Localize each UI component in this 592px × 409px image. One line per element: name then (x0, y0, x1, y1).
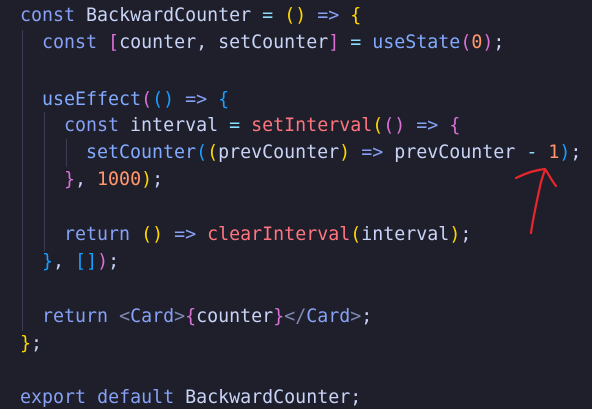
identifier: prevCounter (218, 142, 340, 163)
indent-guide (66, 139, 67, 167)
identifier: prevCounter (394, 142, 516, 163)
keyword: const (42, 32, 98, 53)
punctuation: ; (460, 224, 472, 245)
bracket: ( (141, 89, 153, 110)
bracket: ) (152, 224, 164, 245)
bracket: ) (97, 251, 109, 272)
bracket: [ (75, 251, 87, 272)
bracket: ( (284, 5, 296, 26)
punctuation: , (53, 251, 65, 272)
bracket: ( (372, 115, 384, 136)
bracket: ) (295, 5, 307, 26)
indent-guide (22, 30, 23, 331)
bracket: ] (328, 32, 340, 53)
bracket: { (449, 115, 461, 136)
bracket: } (64, 169, 76, 190)
identifier: BackwardCounter (185, 387, 351, 408)
indent-guide (44, 112, 45, 251)
bracket: { (350, 5, 362, 26)
punctuation: , (75, 169, 87, 190)
annotation-arrow-icon (514, 167, 558, 235)
bracket: [ (108, 32, 120, 53)
jsx-angle: < (119, 306, 131, 327)
jsx-tag: Card (130, 306, 175, 327)
punctuation: ; (31, 333, 43, 354)
number-literal: 1000 (97, 169, 142, 190)
jsx-tag: Card (306, 306, 351, 327)
punctuation: ; (493, 32, 505, 53)
function-name: setInterval (251, 115, 373, 136)
operator: = (229, 115, 241, 136)
code-line-12: return <Card>{counter}</Card>; (42, 303, 372, 330)
bracket: ( (460, 32, 472, 53)
function-name: clearInterval (207, 224, 351, 245)
identifier: BackwardCounter (86, 5, 252, 26)
code-line-7: }, 1000); (64, 166, 163, 193)
code-line-5: const interval = setInterval(() => { (64, 112, 460, 139)
keyword: default (97, 387, 175, 408)
keyword: return (64, 224, 131, 245)
bracket: ( (383, 115, 395, 136)
identifier: interval (361, 224, 450, 245)
bracket: ( (141, 224, 153, 245)
bracket: ) (394, 115, 406, 136)
function-name: useState (372, 32, 461, 53)
punctuation: , (196, 32, 208, 53)
arrow-operator: => (416, 115, 439, 136)
keyword: export (20, 387, 87, 408)
code-line-15: export default BackwardCounter; (20, 384, 361, 409)
operator: = (350, 32, 362, 53)
bracket: ) (339, 142, 351, 163)
punctuation: ; (152, 169, 164, 190)
jsx-angle: </ (284, 306, 307, 327)
code-line-13: }; (20, 330, 42, 357)
identifier: counter (119, 32, 197, 53)
number-literal: 0 (471, 32, 483, 53)
identifier: setCounter (218, 32, 329, 53)
bracket: ( (152, 89, 164, 110)
code-line-4: useEffect(() => { (42, 86, 229, 113)
operator: = (262, 5, 274, 26)
jsx-angle: > (174, 306, 186, 327)
code-line-1: const BackwardCounter = () => { (20, 2, 361, 29)
bracket: ) (163, 89, 175, 110)
function-name: setCounter (86, 142, 197, 163)
bracket: } (20, 333, 32, 354)
bracket: ] (86, 251, 98, 272)
arrow-operator: => (317, 5, 340, 26)
bracket: ( (196, 142, 208, 163)
code-line-6: setCounter((prevCounter) => prevCounter … (86, 139, 581, 166)
bracket: ( (207, 142, 219, 163)
keyword: const (64, 115, 120, 136)
bracket: } (42, 251, 54, 272)
arrow-operator: => (174, 224, 197, 245)
code-editor[interactable]: const BackwardCounter = () => { const [c… (0, 0, 592, 409)
code-line-10: }, []); (42, 248, 119, 275)
operator: - (526, 142, 538, 163)
punctuation: ; (108, 251, 120, 272)
bracket: ) (482, 32, 494, 53)
code-line-9: return () => clearInterval(interval); (64, 221, 471, 248)
bracket: } (273, 306, 285, 327)
bracket: ) (559, 142, 571, 163)
keyword: return (42, 306, 109, 327)
keyword: const (20, 5, 76, 26)
arrow-operator: => (361, 142, 384, 163)
bracket: { (218, 89, 230, 110)
punctuation: ; (350, 387, 362, 408)
jsx-angle: > (350, 306, 362, 327)
bracket: ) (449, 224, 461, 245)
bracket: ( (350, 224, 362, 245)
punctuation: ; (570, 142, 582, 163)
punctuation: ; (361, 306, 373, 327)
function-name: useEffect (42, 89, 142, 110)
number-literal: 1 (548, 142, 560, 163)
identifier: interval (130, 115, 219, 136)
identifier: counter (196, 306, 274, 327)
bracket: { (185, 306, 197, 327)
bracket: ) (141, 169, 153, 190)
arrow-operator: => (185, 89, 208, 110)
code-line-2: const [counter, setCounter] = useState(0… (42, 29, 504, 56)
